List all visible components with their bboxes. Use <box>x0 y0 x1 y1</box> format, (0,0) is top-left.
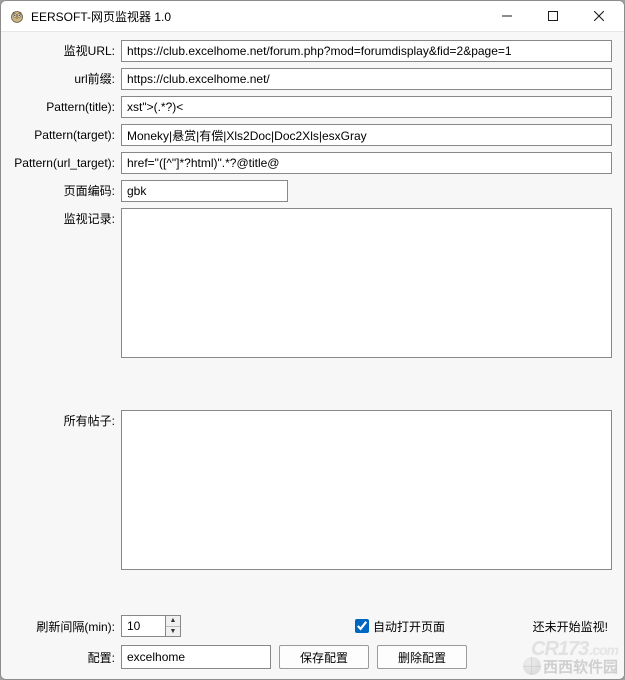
input-pattern-target[interactable] <box>121 124 612 146</box>
window-controls <box>484 1 622 31</box>
input-pattern-title[interactable] <box>121 96 612 118</box>
label-pattern-url-target: Pattern(url_target): <box>11 152 121 174</box>
auto-open-checkbox[interactable] <box>355 619 369 633</box>
textarea-records[interactable] <box>121 208 612 358</box>
interval-spinner[interactable]: ▲ ▼ <box>121 615 181 637</box>
input-encoding[interactable] <box>121 180 288 202</box>
minimize-button[interactable] <box>484 1 530 31</box>
input-prefix[interactable] <box>121 68 612 90</box>
label-records: 监视记录: <box>11 208 121 230</box>
label-prefix: url前缀: <box>11 68 121 90</box>
auto-open-label: 自动打开页面 <box>373 618 445 635</box>
config-combobox[interactable] <box>121 645 271 669</box>
label-posts: 所有帖子: <box>11 410 121 432</box>
spinner-down-icon[interactable]: ▼ <box>166 626 180 637</box>
textarea-posts[interactable] <box>121 410 612 570</box>
app-window: EERSOFT-网页监视器 1.0 监视URL: url前缀: Pattern(… <box>0 0 625 680</box>
titlebar: EERSOFT-网页监视器 1.0 <box>1 1 624 31</box>
spinner-up-icon[interactable]: ▲ <box>166 616 180 626</box>
label-config: 配置: <box>11 649 121 666</box>
label-encoding: 页面编码: <box>11 180 121 202</box>
label-interval: 刷新间隔(min): <box>11 618 121 635</box>
maximize-button[interactable] <box>530 1 576 31</box>
label-pattern-target: Pattern(target): <box>11 124 121 146</box>
delete-config-button[interactable]: 删除配置 <box>377 645 467 669</box>
status-text: 还未开始监视! <box>533 618 608 635</box>
config-combobox-input[interactable] <box>122 646 287 668</box>
client-area: 监视URL: url前缀: Pattern(title): Pattern(ta… <box>1 31 624 679</box>
label-url: 监视URL: <box>11 40 121 62</box>
close-button[interactable] <box>576 1 622 31</box>
save-config-button[interactable]: 保存配置 <box>279 645 369 669</box>
input-url[interactable] <box>121 40 612 62</box>
label-pattern-title: Pattern(title): <box>11 96 121 118</box>
input-pattern-url-target[interactable] <box>121 152 612 174</box>
window-title: EERSOFT-网页监视器 1.0 <box>31 8 171 25</box>
app-icon <box>9 8 25 24</box>
auto-open-checkbox-wrap[interactable]: 自动打开页面 <box>351 616 445 636</box>
spinner-buttons[interactable]: ▲ ▼ <box>165 615 181 637</box>
input-interval[interactable] <box>121 615 165 637</box>
